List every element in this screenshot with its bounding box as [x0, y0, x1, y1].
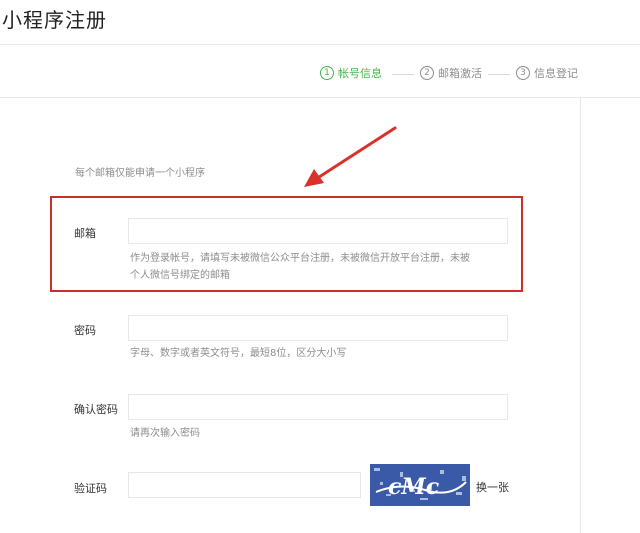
- panel-divider: [580, 97, 581, 533]
- top-hint: 每个邮箱仅能申请一个小程序: [75, 168, 205, 179]
- red-arrow-icon: [304, 126, 397, 187]
- confirm-password-label: 确认密码: [74, 403, 118, 416]
- step-label: 帐号信息: [338, 67, 382, 80]
- email-help-line2: 个人微信号绑定的邮箱: [130, 270, 230, 281]
- step-number: 3: [516, 66, 530, 80]
- email-help: 作为登录帐号，请填写未被微信公众平台注册，未被微信开放平台注册，未被 个人微信号…: [130, 250, 470, 284]
- confirm-password-field[interactable]: [128, 394, 508, 420]
- email-label: 邮箱: [74, 227, 96, 240]
- step-separator: [488, 74, 510, 75]
- step-number: 1: [320, 66, 334, 80]
- email-field[interactable]: [128, 218, 508, 244]
- password-label: 密码: [74, 324, 96, 337]
- confirm-password-help: 请再次输入密码: [130, 428, 200, 439]
- step-email-activation: 2 邮箱激活: [420, 65, 482, 81]
- page-title: 小程序注册: [2, 8, 107, 32]
- captcha-image[interactable]: cMc: [370, 464, 470, 506]
- captcha-refresh-link[interactable]: 换一张: [476, 479, 509, 495]
- step-label: 邮箱激活: [438, 67, 482, 80]
- step-separator: [392, 74, 414, 75]
- password-help: 字母、数字或者英文符号，最短8位，区分大小写: [130, 348, 347, 359]
- step-account-info: 1 帐号信息: [320, 65, 382, 81]
- captcha-label: 验证码: [74, 482, 107, 495]
- steps-bar: 1 帐号信息 2 邮箱激活 3 信息登记: [0, 45, 640, 98]
- step-label: 信息登记: [534, 67, 578, 80]
- captcha-noise-icon: cMc: [370, 464, 470, 506]
- email-help-line1: 作为登录帐号，请填写未被微信公众平台注册，未被微信开放平台注册，未被: [130, 253, 470, 264]
- captcha-field[interactable]: [128, 472, 361, 498]
- password-field[interactable]: [128, 315, 508, 341]
- captcha-text: cMc: [388, 474, 440, 500]
- step-info-registration: 3 信息登记: [516, 65, 578, 81]
- step-number: 2: [420, 66, 434, 80]
